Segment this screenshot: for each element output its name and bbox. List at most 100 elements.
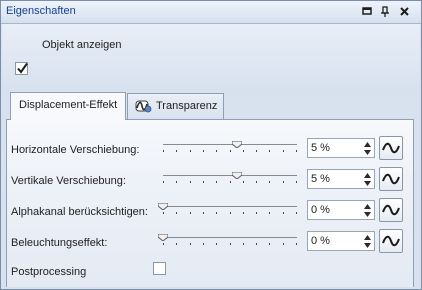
lighting-effect-spinbox[interactable]: 0 % — [307, 231, 375, 251]
slider-tick — [269, 181, 270, 183]
slider-ticks — [163, 243, 297, 246]
slider-tick — [283, 181, 284, 183]
slider-tick — [216, 181, 217, 183]
tab-transparency[interactable]: Transparenz — [127, 93, 224, 119]
spin-up-icon[interactable] — [363, 234, 372, 241]
spin-up-icon[interactable] — [363, 141, 372, 148]
pin-icon[interactable] — [359, 4, 375, 20]
slider-tick — [296, 212, 297, 214]
slider-thumb[interactable] — [231, 170, 243, 180]
slider-tick — [163, 150, 164, 152]
slider-tick — [243, 181, 244, 183]
slider-track[interactable] — [163, 144, 297, 145]
slider-track[interactable] — [163, 175, 297, 176]
slider-tick — [176, 150, 177, 152]
slider-tick — [256, 212, 257, 214]
slider-tick — [163, 212, 164, 214]
close-icon[interactable] — [397, 4, 413, 20]
slider-tick — [176, 181, 177, 183]
spin-value: 5 % — [311, 173, 330, 185]
spin-down-icon[interactable] — [363, 149, 372, 156]
properties-panel: Eigenschaften Objekt anzeigen Displaceme… — [0, 0, 422, 290]
slider-tick — [230, 212, 231, 214]
slider-tick — [256, 243, 257, 245]
slider-thumb[interactable] — [231, 139, 243, 149]
spin-up-icon[interactable] — [363, 172, 372, 179]
slider-tick — [256, 181, 257, 183]
slider-thumb[interactable] — [157, 201, 169, 211]
slider-tick — [283, 212, 284, 214]
slider-tick — [283, 150, 284, 152]
slider-tick — [216, 243, 217, 245]
panel-titlebar[interactable]: Eigenschaften — [1, 1, 421, 24]
curve-icon — [382, 204, 400, 216]
slider-track[interactable] — [163, 237, 297, 238]
show-object-checkbox[interactable] — [15, 62, 28, 75]
spin-down-icon[interactable] — [363, 242, 372, 249]
spin-down-icon[interactable] — [363, 211, 372, 218]
alpha-channel-spinbox[interactable]: 0 % — [307, 200, 375, 220]
slider-tick — [269, 150, 270, 152]
row-label: Horizontale Verschiebung: — [11, 144, 140, 156]
slider-tick — [190, 212, 191, 214]
slider-ticks — [163, 212, 297, 215]
postprocessing-checkbox[interactable] — [153, 262, 166, 275]
tab-displacement-label: Displacement-Effekt — [19, 99, 118, 111]
horizontal-shift-spinbox[interactable]: 5 % — [307, 138, 375, 158]
curve-button[interactable] — [379, 136, 403, 160]
slider-tick — [203, 150, 204, 152]
transparency-curve-icon — [134, 98, 152, 114]
slider-tick — [296, 150, 297, 152]
slider-tick — [190, 243, 191, 245]
row-label: Beleuchtungseffekt: — [11, 237, 108, 249]
slider-tick — [269, 212, 270, 214]
slider-track[interactable] — [163, 206, 297, 207]
curve-icon — [382, 235, 400, 247]
curve-icon — [382, 142, 400, 154]
slider-tick — [230, 181, 231, 183]
slider-tick — [230, 243, 231, 245]
slider-tick — [176, 212, 177, 214]
slider-ticks — [163, 181, 297, 184]
slider-thumb[interactable] — [157, 232, 169, 242]
curve-button[interactable] — [379, 198, 403, 222]
slider-tick — [296, 181, 297, 183]
vertical-shift-spinbox[interactable]: 5 % — [307, 169, 375, 189]
row-alpha-channel: Alphakanal berücksichtigen: 0 % — [7, 198, 415, 226]
slider-tick — [163, 243, 164, 245]
slider-tick — [283, 243, 284, 245]
show-object-label: Objekt anzeigen — [42, 39, 122, 51]
top-area: Objekt anzeigen — [2, 24, 420, 91]
slider-tick — [269, 243, 270, 245]
curve-button[interactable] — [379, 167, 403, 191]
tab-transparency-label: Transparenz — [156, 100, 218, 112]
slider-tick — [190, 181, 191, 183]
curve-button[interactable] — [379, 229, 403, 253]
row-postprocessing: Postprocessing — [7, 260, 415, 286]
slider-tick — [216, 212, 217, 214]
spin-up-icon[interactable] — [363, 203, 372, 210]
slider-tick — [176, 243, 177, 245]
row-label: Vertikale Verschiebung: — [11, 175, 126, 187]
postprocessing-label: Postprocessing — [11, 266, 87, 278]
slider-tick — [230, 150, 231, 152]
tab-content: Horizontale Verschiebung: 5 % Vertikale … — [6, 119, 414, 287]
slider-tick — [163, 181, 164, 183]
curve-icon — [382, 173, 400, 185]
slider-tick — [216, 150, 217, 152]
slider-tick — [243, 150, 244, 152]
slider-ticks — [163, 150, 297, 153]
slider-tick — [243, 243, 244, 245]
slider-tick — [256, 150, 257, 152]
slider-tick — [203, 243, 204, 245]
float-icon[interactable] — [377, 4, 393, 20]
spin-down-icon[interactable] — [363, 180, 372, 187]
spin-value: 0 % — [311, 235, 330, 247]
tab-displacement[interactable]: Displacement-Effekt — [10, 92, 126, 120]
slider-tick — [203, 212, 204, 214]
slider-tick — [296, 243, 297, 245]
row-horizontal-shift: Horizontale Verschiebung: 5 % — [7, 136, 415, 164]
spin-value: 0 % — [311, 204, 330, 216]
row-label: Alphakanal berücksichtigen: — [11, 206, 148, 218]
row-vertical-shift: Vertikale Verschiebung: 5 % — [7, 167, 415, 195]
